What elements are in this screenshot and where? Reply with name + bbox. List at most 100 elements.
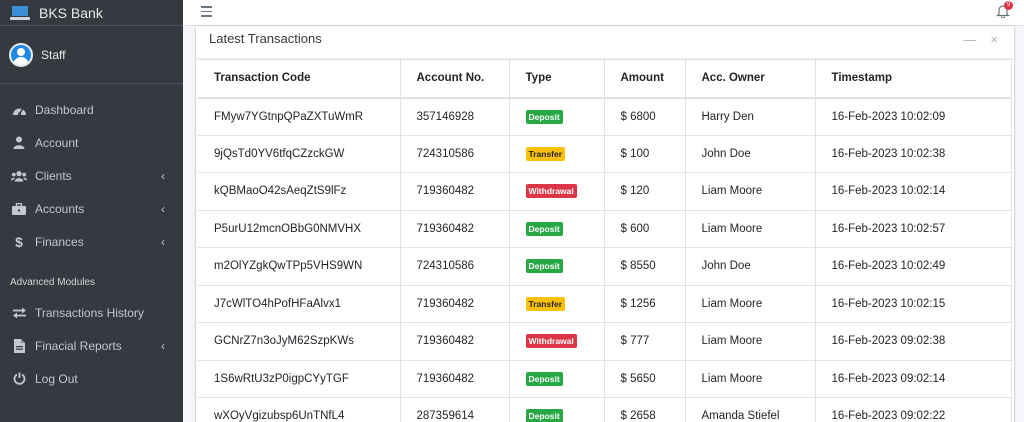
amount-cell: $ 1256 [603, 284, 686, 323]
close-icon[interactable]: × [990, 32, 998, 47]
table-row: J7cWlTO4hPofHFaAlvx1 719360482 Transfer $ 1… [198, 284, 1012, 323]
column-header: Amount [603, 59, 686, 99]
account-owner-cell: Liam Moore [684, 209, 816, 248]
sidebar-item-log-out[interactable]: Log Out [0, 362, 183, 395]
column-header: Transaction Code [198, 59, 401, 99]
type-cell: Transfer [508, 284, 605, 323]
type-cell: Withdrawal [508, 322, 605, 361]
user-name: Staff [41, 47, 66, 62]
sidebar: BKS Bank Staff Dashboard Account Clients… [0, 0, 183, 422]
transaction-code-cell: J7cWlTO4hPofHFaAlvx1 [198, 284, 401, 323]
brand-link[interactable]: BKS Bank [0, 0, 183, 26]
file-icon [11, 338, 27, 353]
dashboard-icon [11, 103, 27, 117]
sidebar-item-financial-reports[interactable]: Finacial Reports ‹ [0, 329, 183, 362]
transactions-table: Transaction Code Account No. Type Amount… [198, 59, 1012, 422]
account-number-cell: 357146928 [399, 97, 510, 136]
transaction-code-cell: 1S6wRtU3zP0igpCYyTGF [198, 359, 401, 398]
sidebar-item-label: Finances [35, 234, 84, 249]
amount-cell: $ 6800 [603, 97, 686, 136]
column-header: Acc. Owner [684, 59, 816, 99]
account-owner-cell: Amanda Stiefel [684, 397, 816, 422]
table-row: P5urU12mcnOBbG0NMVHX 719360482 Deposit $ 60… [198, 209, 1012, 248]
transaction-code-cell: 9jQsTd0YV6tfqCZzckGW [198, 134, 401, 173]
sidebar-item-clients[interactable]: Clients ‹ [0, 159, 183, 192]
account-owner-cell: John Doe [684, 134, 816, 173]
table-row: 9jQsTd0YV6tfqCZzckGW 724310586 Transfer $ 1… [198, 134, 1012, 173]
table-header-row: Transaction Code Account No. Type Amount… [198, 59, 1012, 99]
table-body: FMyw7YGtnpQPaZXTuWmR 357146928 Deposit $ 68… [198, 97, 1012, 422]
sidebar-item-label: Accounts [35, 201, 85, 216]
timestamp-cell: 16-Feb-2023 10:02:49 [814, 247, 1012, 286]
table-container: Transaction Code Account No. Type Amount… [196, 59, 1014, 422]
transaction-type-badge: Deposit [525, 409, 563, 422]
transaction-code-cell: wXOyVgizubsp6UnTNfL4 [198, 397, 401, 422]
sidebar-item-finances[interactable]: $ Finances ‹ [0, 225, 183, 258]
transaction-type-badge: Deposit [525, 109, 563, 124]
sidebar-item-label: Transactions History [35, 305, 144, 320]
user-panel[interactable]: Staff [0, 26, 183, 84]
account-owner-cell: Liam Moore [684, 172, 816, 211]
transaction-code-cell: kQBMaoO42sAeqZtS9lFz [198, 172, 401, 211]
brand-name: BKS Bank [39, 4, 103, 21]
type-cell: Withdrawal [508, 172, 605, 211]
type-cell: Deposit [508, 359, 605, 398]
amount-cell: $ 120 [603, 172, 686, 211]
column-header: Account No. [399, 59, 510, 99]
table-row: FMyw7YGtnpQPaZXTuWmR 357146928 Deposit $ 68… [198, 97, 1012, 136]
nav-section-header: Advanced Modules [10, 277, 96, 288]
transaction-type-badge: Deposit [525, 221, 563, 236]
chevron-left-icon: ‹ [161, 235, 165, 249]
advanced-nav: Transactions History Finacial Reports ‹ … [0, 296, 183, 395]
chevron-left-icon: ‹ [161, 339, 165, 353]
power-icon [11, 372, 27, 386]
account-number-cell: 724310586 [399, 134, 510, 173]
amount-cell: $ 100 [603, 134, 686, 173]
latest-transactions-card: Latest Transactions — × Transaction Code… [196, 26, 1014, 422]
account-number-cell: 719360482 [399, 359, 510, 398]
account-number-cell: 724310586 [399, 247, 510, 286]
timestamp-cell: 16-Feb-2023 10:02:09 [814, 97, 1012, 136]
laptop-logo-icon [10, 5, 30, 20]
amount-cell: $ 600 [603, 209, 686, 248]
transaction-code-cell: GCNrZ7n3oJyM62SzpKWs [198, 322, 401, 361]
account-number-cell: 287359614 [399, 397, 510, 422]
card-tools: — × [963, 32, 998, 47]
transaction-type-badge: Transfer [525, 146, 566, 161]
transaction-code-cell: FMyw7YGtnpQPaZXTuWmR [198, 97, 401, 136]
table-row: wXOyVgizubsp6UnTNfL4 287359614 Deposit $ 26… [198, 397, 1012, 422]
column-header: Type [508, 59, 605, 99]
table-row: kQBMaoO42sAeqZtS9lFz 719360482 Withdrawal $… [198, 172, 1012, 211]
sidebar-item-dashboard[interactable]: Dashboard [0, 93, 183, 126]
sidebar-item-label: Log Out [35, 371, 78, 386]
sidebar-item-label: Account [35, 135, 79, 150]
sidebar-item-accounts[interactable]: Accounts ‹ [0, 192, 183, 225]
transaction-type-badge: Withdrawal [525, 184, 577, 199]
sidebar-item-transactions-history[interactable]: Transactions History [0, 296, 183, 329]
account-number-cell: 719360482 [399, 172, 510, 211]
transaction-code-cell: P5urU12mcnOBbG0NMVHX [198, 209, 401, 248]
briefcase-icon [11, 202, 27, 216]
table-row: GCNrZ7n3oJyM62SzpKWs 719360482 Withdrawal $… [198, 322, 1012, 361]
top-navbar: 9 [183, 0, 1024, 26]
timestamp-cell: 16-Feb-2023 10:02:38 [814, 134, 1012, 173]
sidebar-item-label: Clients [35, 168, 72, 183]
transaction-type-badge: Withdrawal [525, 334, 577, 349]
minimize-icon[interactable]: — [963, 32, 976, 47]
timestamp-cell: 16-Feb-2023 09:02:14 [814, 359, 1012, 398]
column-header: Timestamp [814, 59, 1012, 99]
timestamp-cell: 16-Feb-2023 09:02:22 [814, 397, 1012, 422]
account-owner-cell: Liam Moore [684, 359, 816, 398]
type-cell: Deposit [508, 97, 605, 136]
notification-count-badge: 9 [1004, 1, 1013, 10]
card-header: Latest Transactions — × [196, 26, 1014, 59]
chevron-left-icon: ‹ [161, 202, 165, 216]
transaction-code-cell: m2OlYZgkQwTPp5VHS9WN [198, 247, 401, 286]
amount-cell: $ 777 [603, 322, 686, 361]
sidebar-item-account[interactable]: Account [0, 126, 183, 159]
avatar [9, 42, 33, 67]
amount-cell: $ 2658 [603, 397, 686, 422]
hamburger-menu-icon[interactable] [201, 6, 212, 17]
sidebar-nav: Dashboard Account Clients ‹ Accounts ‹ $… [0, 84, 183, 258]
account-owner-cell: Liam Moore [684, 322, 816, 361]
